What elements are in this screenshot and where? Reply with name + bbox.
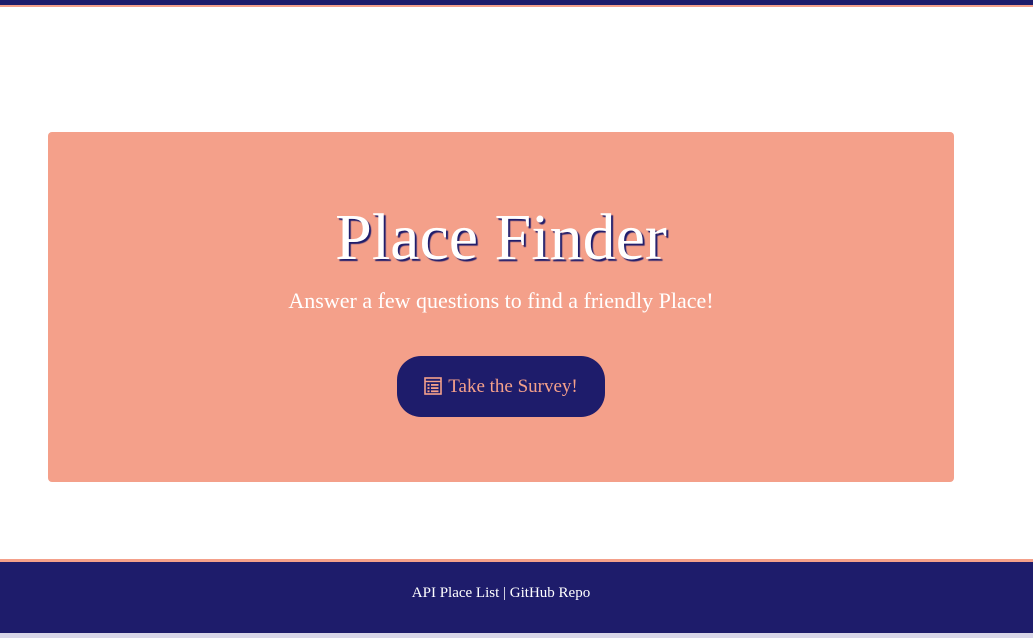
footer-links: API Place List | GitHub Repo bbox=[0, 583, 1002, 603]
list-alt-icon bbox=[424, 376, 443, 395]
page-title: Place Finder bbox=[335, 201, 667, 274]
api-place-list-link[interactable]: API Place List bbox=[412, 585, 500, 601]
take-survey-button[interactable]: Take the Survey! bbox=[397, 356, 605, 417]
github-repo-link[interactable]: GitHub Repo bbox=[510, 585, 590, 601]
hero-subtitle: Answer a few questions to find a friendl… bbox=[288, 288, 714, 313]
footer-separator: | bbox=[503, 585, 507, 601]
take-survey-label: Take the Survey! bbox=[448, 375, 578, 397]
top-accent-line bbox=[0, 5, 1033, 7]
footer-bottom-strip bbox=[0, 633, 1033, 638]
